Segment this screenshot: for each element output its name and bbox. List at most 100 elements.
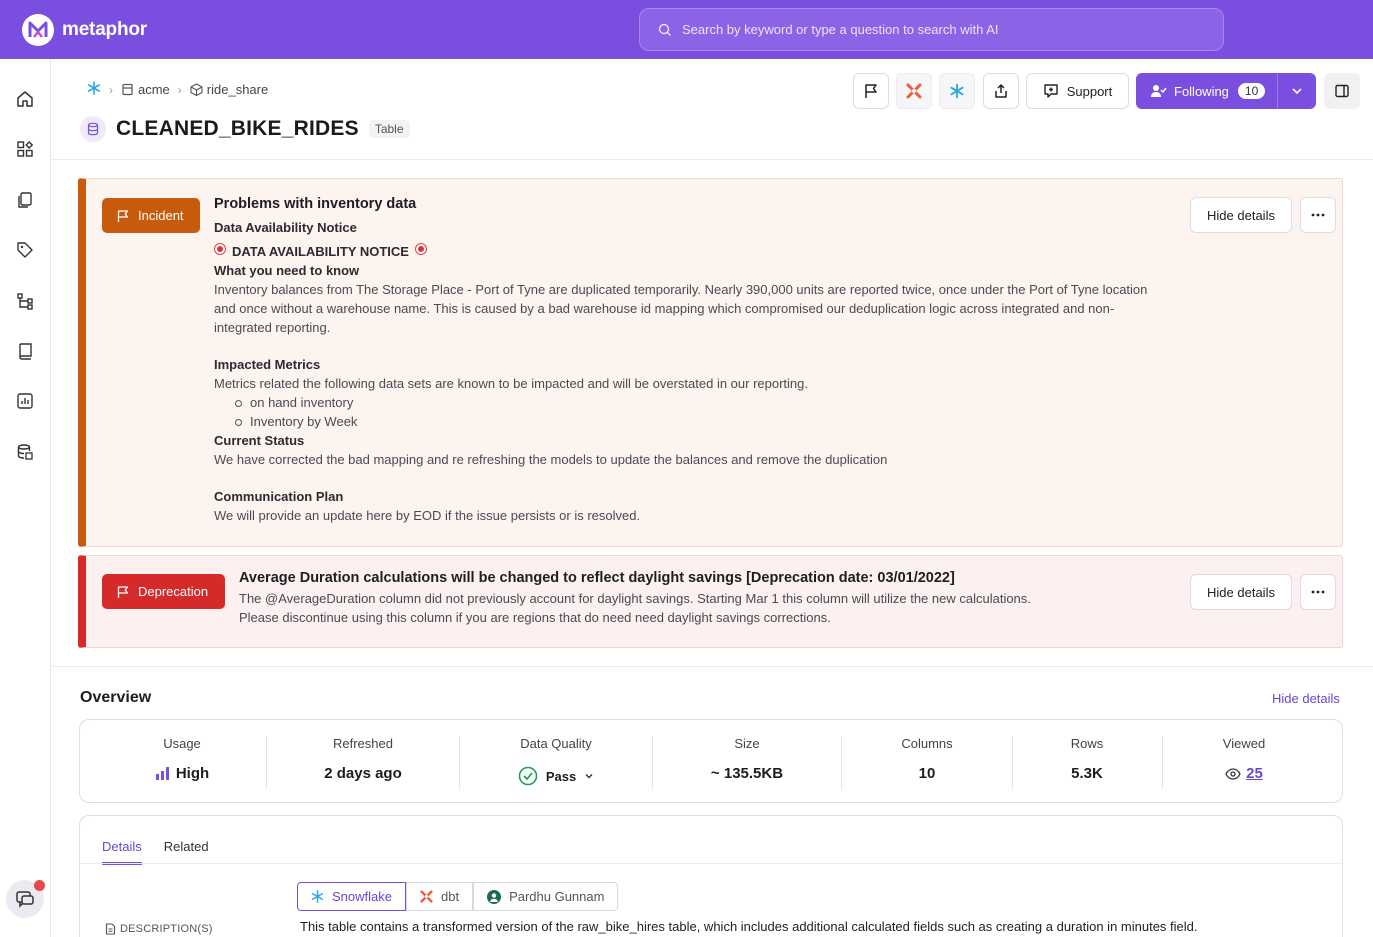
home-icon[interactable] (14, 88, 36, 110)
stat-divider (841, 736, 842, 789)
asset-type-badge: Table (368, 120, 410, 138)
tag-icon[interactable] (14, 239, 36, 261)
notice-text: DATA AVAILABILITY NOTICE (232, 244, 409, 259)
check-circle-icon (518, 766, 538, 786)
incident-body: Problems with inventory data Data Availa… (214, 195, 1154, 525)
source-label: Snowflake (332, 889, 392, 904)
impacted-metrics-list: on hand inventory Inventory by Week (214, 393, 1154, 431)
section-text: Inventory balances from The Storage Plac… (214, 282, 1148, 335)
deprecation-badge-label: Deprecation (138, 584, 209, 599)
tab-related[interactable]: Related (164, 839, 209, 865)
dbt-button[interactable] (896, 73, 932, 109)
details-tabs: Details Related (102, 839, 209, 865)
chevron-right-icon: › (109, 82, 113, 97)
following-count: 10 (1237, 83, 1266, 99)
stat-label: Refreshed (333, 736, 393, 751)
source-snowflake[interactable]: Snowflake (297, 882, 406, 911)
incident-title: Problems with inventory data (214, 196, 417, 212)
snowflake-icon[interactable] (87, 81, 101, 98)
usage-value: High (175, 765, 210, 782)
more-options-button[interactable] (1300, 574, 1336, 610)
red-circle-icon (214, 242, 226, 255)
toggle-panel-button[interactable] (1324, 73, 1360, 109)
breadcrumb-label: ride_share (206, 82, 269, 97)
chart-icon[interactable] (14, 390, 36, 412)
tabs-divider (80, 863, 1342, 864)
section-heading: Communication Plan (214, 489, 344, 504)
section-text: Metrics related the following data sets … (214, 376, 808, 391)
stat-value: 5.3K (1071, 765, 1103, 782)
snowflake-button[interactable] (939, 73, 975, 109)
more-options-button[interactable] (1300, 197, 1336, 233)
red-circle-icon (414, 242, 427, 255)
stat-size: Size ~ 135.5KB (687, 736, 807, 782)
stat-divider (1012, 736, 1013, 789)
source-label: Pardhu Gunnam (509, 889, 605, 904)
following-toggle[interactable]: Following 10 (1136, 73, 1278, 109)
stat-value: ~ 135.5KB (710, 765, 784, 782)
stat-label: Viewed (1222, 736, 1266, 751)
data-quality-value: Pass (545, 768, 577, 784)
stat-label: Columns (901, 736, 953, 751)
description-label-text: DESCRIPTION(S) (120, 923, 213, 935)
following-dropdown[interactable] (1278, 85, 1316, 97)
user-avatar-icon (487, 889, 502, 904)
data-quality-dropdown[interactable]: Pass (518, 766, 594, 786)
breadcrumb-item-schema[interactable]: ride_share (190, 82, 268, 97)
stat-value: 2 days ago (324, 765, 402, 782)
stat-label: Data Quality (520, 736, 592, 751)
section-text: We have corrected the bad mapping and re… (214, 452, 888, 467)
flag-icon (865, 84, 877, 98)
viewed-count-link[interactable]: 25 (1246, 765, 1263, 782)
hide-details-button[interactable]: Hide details (1190, 197, 1292, 233)
incident-badge: Incident (102, 198, 200, 233)
ellipsis-icon (1311, 590, 1325, 594)
deprecation-text: Please discontinue using this column if … (239, 610, 831, 625)
table-icon (80, 116, 106, 142)
snowflake-icon (950, 83, 964, 99)
flag-icon (117, 585, 129, 598)
tab-details[interactable]: Details (102, 839, 142, 865)
deprecation-text: The @AverageDuration column did not prev… (239, 591, 1031, 606)
support-button[interactable]: Support (1026, 73, 1129, 109)
left-nav (0, 59, 51, 937)
sidebar-panel-icon (1335, 84, 1349, 98)
support-label: Support (1066, 83, 1113, 99)
section-text: We will provide an update here by EOD if… (214, 508, 641, 523)
book-icon[interactable] (14, 340, 36, 362)
stat-data-quality: Data Quality Pass (496, 736, 616, 786)
share-button[interactable] (983, 73, 1019, 109)
stat-divider (1162, 736, 1163, 789)
overview-hide-details-link[interactable]: Hide details (1272, 691, 1340, 706)
page-header: CLEANED_BIKE_RIDES Table (80, 116, 410, 142)
section-divider (51, 666, 1373, 667)
search-input[interactable]: Search by keyword or type a question to … (639, 8, 1224, 51)
stat-label: Rows (1070, 736, 1104, 751)
source-dbt[interactable]: dbt (405, 882, 474, 911)
grid-icon[interactable] (14, 138, 36, 160)
stat-divider (459, 736, 460, 789)
breadcrumb-item-database[interactable]: acme (121, 82, 170, 97)
following-button[interactable]: Following 10 (1136, 73, 1316, 109)
flag-button[interactable] (853, 73, 889, 109)
lineage-icon[interactable] (14, 290, 36, 312)
source-user[interactable]: Pardhu Gunnam (473, 882, 619, 911)
list-item: Inventory by Week (235, 412, 1154, 431)
dbt-icon (420, 890, 433, 903)
stat-refreshed: Refreshed 2 days ago (303, 736, 423, 782)
eye-icon (1225, 767, 1241, 780)
section-heading: Impacted Metrics (214, 357, 321, 372)
breadcrumb: › acme › ride_share (87, 81, 268, 98)
share-icon (995, 84, 1007, 98)
app-logo[interactable]: metaphor (22, 14, 147, 46)
stat-columns: Columns 10 (877, 736, 977, 782)
documents-icon[interactable] (14, 189, 36, 211)
description-text: This table contains a transformed versio… (300, 919, 1198, 934)
incident-subtitle: Data Availability Notice (214, 220, 357, 235)
usage-bars-icon (155, 767, 169, 780)
hide-details-button[interactable]: Hide details (1190, 574, 1292, 610)
list-item: on hand inventory (235, 393, 1154, 412)
database-icon[interactable] (14, 441, 36, 463)
stat-label: Size (734, 736, 760, 751)
snowflake-icon (311, 890, 324, 903)
